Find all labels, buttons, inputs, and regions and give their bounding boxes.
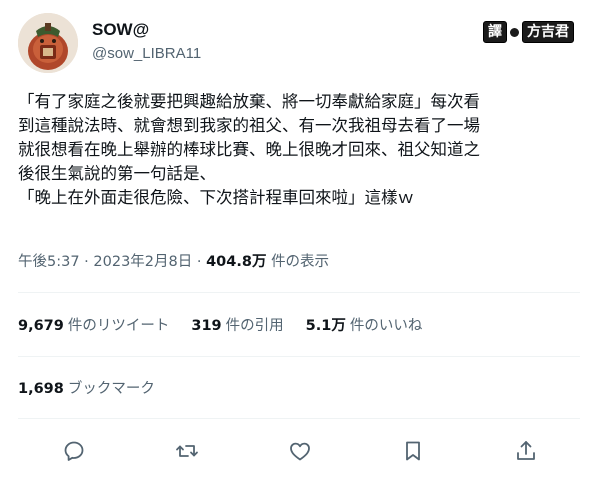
reply-icon (64, 441, 84, 461)
divider (18, 292, 580, 293)
views-count: 404.8万 (206, 254, 267, 270)
reply-button[interactable] (60, 437, 88, 465)
tweet-text: 「有了家庭之後就要把興趣給放棄、將一切奉獻給家庭」每次看 到這種說法時、就會想到… (18, 90, 584, 210)
divider (18, 418, 580, 419)
quotes-label: 件の引用 (225, 318, 284, 334)
quotes-stat[interactable]: 319 件の引用 (191, 315, 283, 337)
display-name[interactable]: SOW@ (92, 19, 201, 41)
tweet-line: 到這種說法時、就會想到我家的祖父、有一次我祖母去看了一場 (18, 116, 480, 135)
heart-icon (290, 442, 310, 461)
bookmark-icon (406, 441, 420, 461)
share-icon (517, 441, 535, 460)
author-names: SOW@ @sow_LIBRA11 (92, 19, 201, 65)
bookmarks-label: ブックマーク (67, 381, 155, 397)
translator-prefix: 譯 (483, 21, 507, 43)
tweet-line: 後很生氣說的第一句話是、 (18, 164, 216, 183)
likes-label: 件のいいね (349, 318, 423, 334)
tweet-line: 就很想看在晚上舉辦的棒球比賽、晚上很晚才回來、祖父知道之 (18, 140, 480, 159)
quotes-count: 319 (191, 318, 222, 334)
retweets-label: 件のリツイート (67, 318, 170, 334)
bookmarks-count: 1,698 (18, 381, 64, 397)
translator-tag: 譯 方吉君 (483, 21, 574, 43)
retweet-button[interactable] (173, 437, 201, 465)
share-button[interactable] (512, 437, 540, 465)
tweet-date[interactable]: 2023年2月8日 (93, 254, 192, 270)
divider (18, 356, 580, 357)
bookmarks-stat[interactable]: 1,698 ブックマーク (18, 378, 155, 400)
meta-separator: · (84, 254, 89, 270)
tweet-line: 「有了家庭之後就要把興趣給放棄、將一切奉獻給家庭」每次看 (18, 92, 480, 111)
user-handle[interactable]: @sow_LIBRA11 (92, 43, 201, 65)
retweets-count: 9,679 (18, 318, 64, 334)
avatar-image (18, 13, 78, 73)
tweet-meta: 午後5:37 · 2023年2月8日 · 404.8万 件の表示 (18, 251, 329, 273)
retweet-icon (176, 445, 198, 457)
likes-count: 5.1万 (305, 318, 346, 334)
tweet-actions (60, 437, 540, 465)
like-button[interactable] (286, 437, 314, 465)
translator-dot-icon (510, 27, 519, 37)
views-label: 件の表示 (271, 254, 330, 270)
tweet-line: 「晚上在外面走很危險、下次搭計程車回來啦」這樣ｗ (18, 188, 414, 207)
engagement-stats: 9,679 件のリツイート 319 件の引用 5.1万 件のいいね (18, 315, 444, 337)
meta-separator: · (196, 254, 202, 270)
avatar[interactable] (18, 13, 78, 73)
tweet-header: SOW@ @sow_LIBRA11 譯 方吉君 (18, 13, 580, 75)
tweet-time[interactable]: 午後5:37 (18, 254, 80, 270)
bookmark-button[interactable] (399, 437, 427, 465)
translator-name: 方吉君 (522, 21, 574, 43)
likes-stat[interactable]: 5.1万 件のいいね (306, 315, 423, 337)
retweets-stat[interactable]: 9,679 件のリツイート (18, 315, 169, 337)
